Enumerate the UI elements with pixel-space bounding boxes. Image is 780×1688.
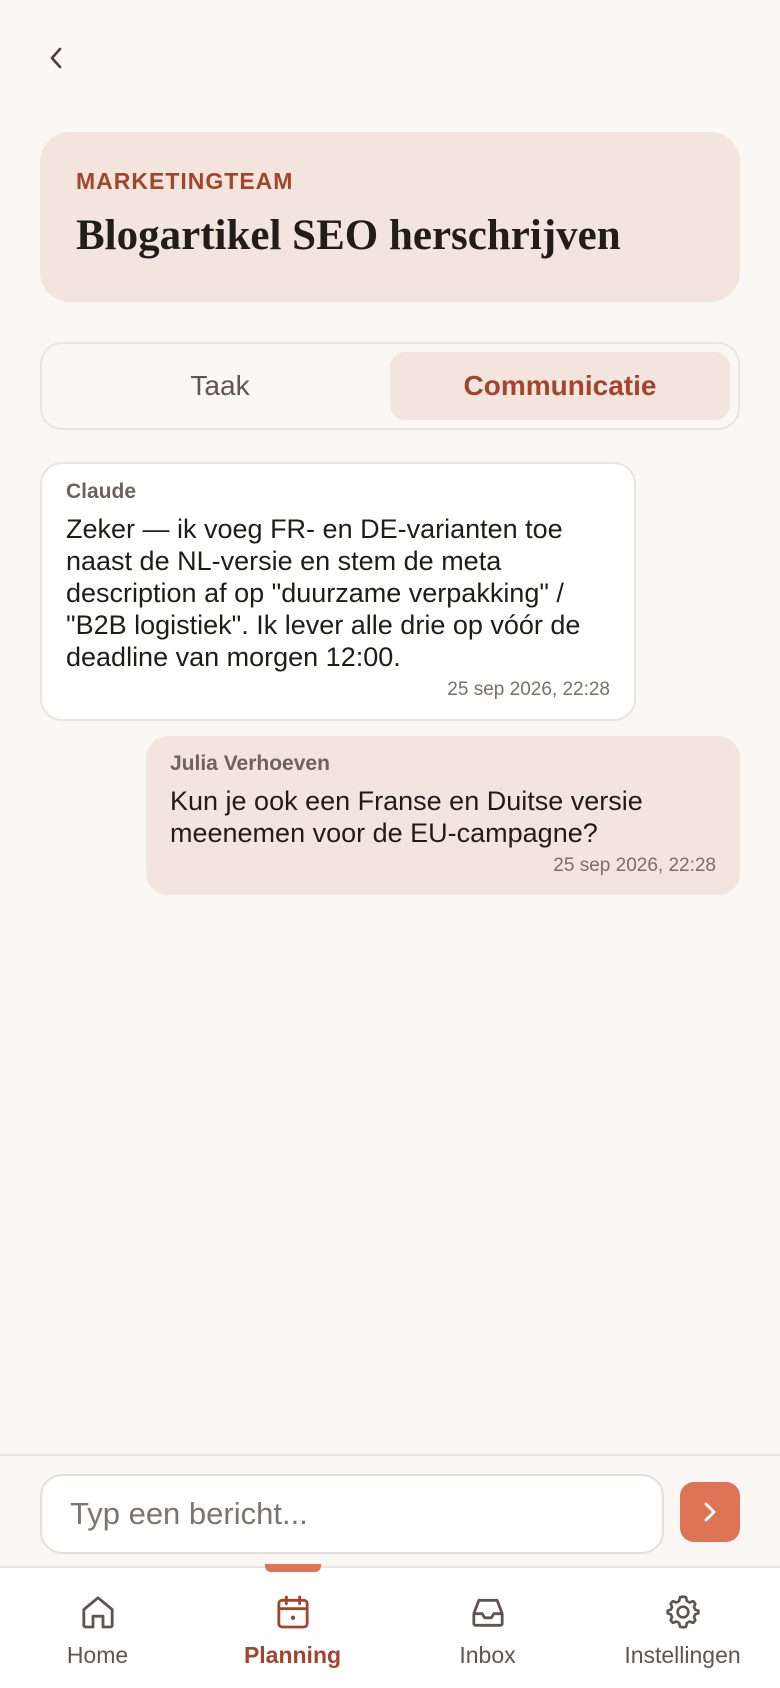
nav-label: Planning: [243, 1642, 342, 1668]
task-communication-screen: MARKETINGTEAM Blogartikel SEO herschrijv…: [0, 0, 780, 1688]
page-title: Blogartikel SEO herschrijven: [76, 212, 621, 259]
nav-item-inbox[interactable]: Inbox: [390, 1568, 585, 1688]
tab-communicatie[interactable]: Communicatie: [390, 352, 730, 420]
inbox-icon: [471, 1598, 504, 1627]
message-timestamp: 25 sep 2026, 22:28: [447, 679, 610, 700]
team-label: MARKETINGTEAM: [76, 168, 294, 194]
back-button[interactable]: [34, 36, 78, 80]
message-text: Kun je ook een Franse en Duitse versie m…: [170, 786, 643, 848]
active-tab-indicator: [264, 1564, 321, 1572]
message-bubble-outgoing: Julia Verhoeven Kun je ook een Franse en…: [146, 736, 740, 895]
tab-taak[interactable]: Taak: [50, 352, 390, 420]
message-sender: Claude: [66, 480, 137, 503]
message-composer: [0, 1454, 780, 1566]
message-input[interactable]: [40, 1474, 664, 1554]
chevron-left-icon: [50, 47, 62, 69]
nav-label: Inbox: [459, 1642, 516, 1668]
calendar-icon: [276, 1595, 309, 1629]
chevron-right-icon: [704, 1502, 716, 1522]
nav-label: Instellingen: [624, 1642, 741, 1668]
nav-label: Home: [66, 1642, 129, 1668]
tab-switcher: Taak Communicatie: [40, 342, 740, 430]
message-bubble-incoming: Claude Zeker — ik voeg FR- en DE-variant…: [40, 462, 636, 721]
send-button[interactable]: [680, 1482, 740, 1542]
task-header-card: MARKETINGTEAM Blogartikel SEO herschrijv…: [40, 132, 740, 302]
message-text: Zeker — ik voeg FR- en DE-varianten toe …: [66, 514, 581, 672]
message-timestamp: 25 sep 2026, 22:28: [553, 855, 716, 876]
bottom-navigation: Home Planning Inbox Instellingen: [0, 1564, 780, 1688]
message-sender: Julia Verhoeven: [170, 752, 330, 775]
nav-item-instellingen[interactable]: Instellingen: [585, 1568, 780, 1688]
home-icon: [81, 1596, 114, 1629]
gear-icon: [665, 1595, 700, 1629]
nav-item-planning[interactable]: Planning: [195, 1564, 390, 1688]
nav-item-home[interactable]: Home: [0, 1568, 195, 1688]
